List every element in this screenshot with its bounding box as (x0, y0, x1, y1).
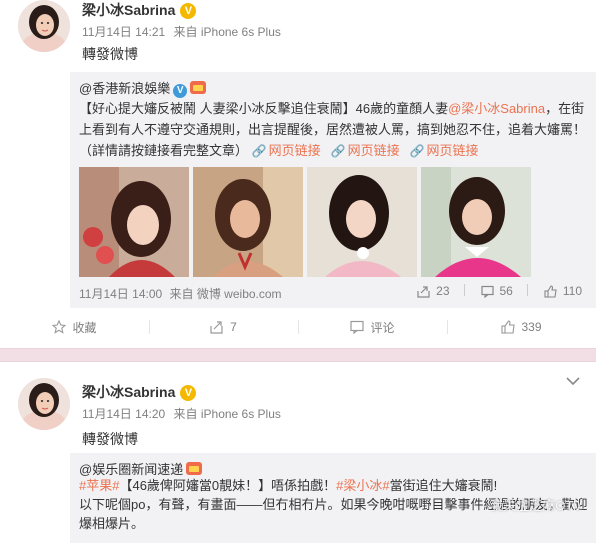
repost-author-name[interactable]: @香港新浪娛樂 (79, 81, 170, 96)
post-meta: 11月14日 14:20 来自 iPhone 6s Plus (82, 405, 286, 422)
repost-count[interactable]: 7 (230, 320, 237, 334)
like-count[interactable]: 339 (521, 320, 541, 334)
share-count: 23 (436, 284, 450, 298)
web-link[interactable]: 🔗 网页链接 (410, 143, 479, 158)
repost-time[interactable]: 11月14日 14:00 (79, 287, 162, 301)
member-gift-icon (190, 81, 207, 94)
post-source: 来自 iPhone 6s Plus (173, 407, 281, 421)
repost-comment-count[interactable]: 56 (480, 284, 513, 298)
comment-icon (480, 285, 494, 298)
share-icon (210, 321, 223, 334)
repost-share-count[interactable]: 23 (417, 284, 450, 298)
username[interactable]: 梁小冰Sabrina V (82, 0, 197, 20)
username-text[interactable]: 梁小冰Sabrina (82, 2, 175, 18)
star-icon (52, 320, 67, 334)
repost-text-part: 當街追住大嬸衰鬧! (389, 478, 498, 493)
repost-author[interactable]: @香港新浪娛樂 V (79, 78, 207, 98)
like-button[interactable]: 339 (447, 312, 596, 342)
repost-box: @娱乐圈新闻速递 #苹果#【46歲俾阿嬸當0靚妹！】唔係拍戲！#梁小冰#當街追住… (70, 453, 596, 543)
member-gift-icon (186, 462, 203, 475)
post-text: 轉發微博 (82, 431, 138, 447)
divider (463, 284, 465, 296)
photo-thumbnail[interactable] (307, 167, 417, 277)
photo-thumbnail[interactable] (193, 167, 303, 277)
chevron-down-icon[interactable] (566, 376, 580, 386)
post-card: 梁小冰Sabrina V 11月14日 14:21 来自 iPhone 6s Pl… (0, 0, 596, 348)
like-count: 110 (562, 284, 582, 298)
action-bar: 收藏 7 评论 339 (0, 312, 596, 342)
verified-blue-icon: V (173, 84, 188, 98)
link-icon: 🔗 (251, 144, 267, 158)
repost-stats: 23 56 110 (401, 284, 582, 298)
web-link-label[interactable]: 网页链接 (269, 143, 321, 158)
web-link-label[interactable]: 网页链接 (348, 143, 400, 158)
verified-badge-icon: V (180, 385, 197, 401)
repost-button[interactable]: 7 (149, 312, 298, 342)
repost-line: 爆相爆片。 (79, 516, 145, 531)
repost-author-name[interactable]: @娱乐圈新闻速递 (79, 462, 183, 477)
username[interactable]: 梁小冰Sabrina V (82, 382, 197, 402)
post-time[interactable]: 11月14日 14:21 (82, 25, 165, 39)
share-icon (417, 285, 430, 298)
repost-footer: 11月14日 14:00 来自 微博 weibo.com (79, 285, 286, 302)
favorite-button[interactable]: 收藏 (0, 312, 149, 342)
web-link[interactable]: 🔗 网页链接 (331, 143, 400, 158)
repost-box: @香港新浪娛樂 V 【好心提大嬸反被鬧 人妻梁小冰反擊追住衰鬧】46歲的童顏人妻@… (70, 72, 596, 308)
web-link[interactable]: 🔗 网页链接 (252, 143, 321, 158)
repost-text-part: 【好心提大嬸反被鬧 人妻梁小冰反擊追住衰鬧】46歲的童顏人妻 (79, 101, 449, 116)
thumbs-up-icon (544, 284, 557, 298)
photo-thumbnail[interactable] (421, 167, 531, 277)
feed-separator (0, 348, 596, 362)
topic-tag[interactable]: #苹果# (79, 478, 119, 493)
link-icon: 🔗 (330, 144, 346, 158)
post-text: 轉發微博 (82, 46, 138, 62)
web-link-label[interactable]: 网页链接 (427, 143, 479, 158)
post-source: 来自 iPhone 6s Plus (173, 25, 281, 39)
photo-thumbnail[interactable] (79, 167, 189, 277)
comment-count: 56 (499, 284, 513, 298)
username-text[interactable]: 梁小冰Sabrina (82, 384, 175, 400)
repost-line: #苹果#【46歲俾阿嬸當0靚妹！】唔係拍戲！#梁小冰#當街追住大嬸衰鬧! (79, 476, 591, 495)
verified-badge-icon: V (180, 3, 197, 19)
repost-body: 【好心提大嬸反被鬧 人妻梁小冰反擊追住衰鬧】46歲的童顏人妻@梁小冰Sabrin… (79, 98, 591, 162)
watermark: 我关注芝麻OTV (490, 498, 582, 513)
mention-link[interactable]: @梁小冰Sabrina (448, 101, 545, 116)
post-card: 梁小冰Sabrina V 11月14日 14:20 来自 iPhone 6s Pl… (0, 362, 596, 543)
divider (526, 284, 528, 296)
link-icon: 🔗 (409, 144, 425, 158)
post-meta: 11月14日 14:21 来自 iPhone 6s Plus (82, 23, 286, 40)
topic-tag[interactable]: #梁小冰# (336, 478, 389, 493)
comment-label[interactable]: 评论 (370, 319, 394, 336)
avatar[interactable] (18, 378, 70, 430)
post-time[interactable]: 11月14日 14:20 (82, 407, 165, 421)
repost-text-part: 【46歲俾阿嬸當0靚妹！】唔係拍戲！ (119, 478, 337, 493)
favorite-label[interactable]: 收藏 (72, 319, 96, 336)
avatar[interactable] (18, 0, 70, 52)
repost-source: 来自 微博 weibo.com (169, 287, 282, 301)
repost-like-count[interactable]: 110 (544, 284, 582, 298)
weibo-feed: 梁小冰Sabrina V 11月14日 14:21 来自 iPhone 6s Pl… (0, 0, 596, 543)
thumbs-up-icon (501, 320, 516, 334)
comment-icon (350, 320, 365, 334)
comment-button[interactable]: 评论 (298, 312, 447, 342)
